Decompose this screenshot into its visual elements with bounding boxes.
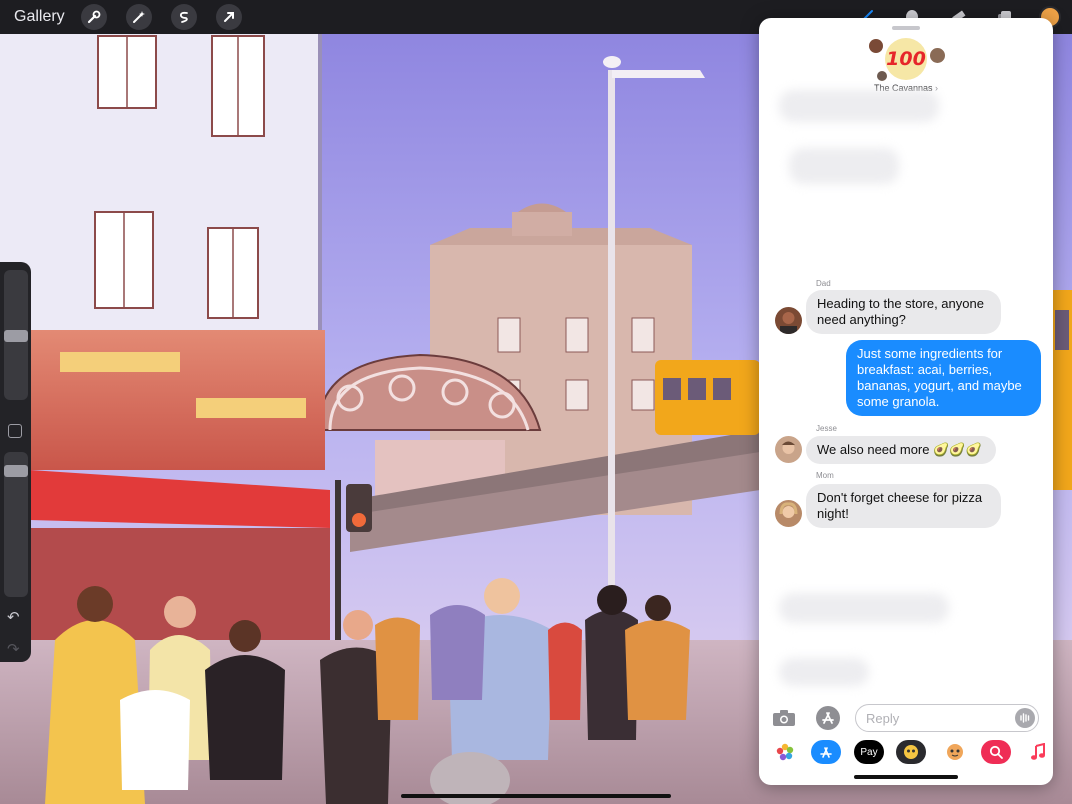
app-drawer: Pay bbox=[759, 738, 1053, 768]
sender-name: Mom bbox=[816, 471, 834, 480]
transform-arrow-icon[interactable] bbox=[215, 4, 242, 30]
left-building bbox=[0, 34, 330, 648]
audio-waveform-icon[interactable] bbox=[1015, 708, 1035, 728]
modify-button[interactable] bbox=[8, 424, 22, 438]
member-avatar bbox=[877, 71, 887, 81]
member-avatar bbox=[930, 48, 945, 63]
avatar-jesse[interactable] bbox=[775, 436, 802, 463]
blurred-message bbox=[779, 90, 939, 122]
opacity-thumb[interactable] bbox=[4, 465, 28, 477]
procreate-sidebar: ↶ ↷ bbox=[0, 262, 31, 662]
gallery-button[interactable]: Gallery bbox=[14, 8, 65, 26]
compose-bar: Reply bbox=[759, 702, 1053, 734]
slide-over-home-indicator[interactable] bbox=[854, 775, 958, 779]
brush-size-thumb[interactable] bbox=[4, 330, 28, 342]
chevron-right-icon: › bbox=[935, 83, 939, 93]
sender-name: Jesse bbox=[816, 424, 837, 433]
blurred-message bbox=[789, 148, 899, 184]
blurred-message bbox=[779, 593, 949, 623]
photos-app-icon[interactable] bbox=[770, 740, 800, 764]
wrench-icon[interactable] bbox=[80, 4, 107, 30]
group-avatar[interactable]: 100 bbox=[885, 38, 927, 80]
messages-slide-over: 100 The Cavannas › Dad Heading to the st… bbox=[759, 18, 1053, 785]
message-bubble-incoming[interactable]: We also need more 🥑🥑🥑 bbox=[806, 436, 996, 464]
message-bubble-incoming[interactable]: Don't forget cheese for pizza night! bbox=[806, 484, 1001, 528]
selection-icon[interactable] bbox=[170, 4, 197, 30]
animoji-app-icon[interactable] bbox=[940, 740, 970, 764]
magic-wand-icon[interactable] bbox=[125, 4, 152, 30]
home-indicator[interactable] bbox=[401, 794, 671, 798]
app-store-app-icon[interactable] bbox=[811, 740, 841, 764]
camera-icon[interactable] bbox=[771, 705, 797, 731]
app-store-icon[interactable] bbox=[815, 705, 841, 731]
member-avatar bbox=[869, 39, 883, 53]
redo-icon[interactable]: ↷ bbox=[7, 640, 20, 658]
message-bubble-incoming[interactable]: Heading to the store, anyone need anythi… bbox=[806, 290, 1001, 334]
slide-over-grabber[interactable] bbox=[892, 26, 920, 30]
avatar-mom[interactable] bbox=[775, 500, 802, 527]
sender-name: Dad bbox=[816, 279, 831, 288]
undo-icon[interactable]: ↶ bbox=[7, 608, 20, 626]
memoji-app-icon[interactable] bbox=[896, 740, 926, 764]
message-bubble-outgoing[interactable]: Just some ingredients for breakfast: aca… bbox=[846, 340, 1041, 416]
apple-pay-app-icon[interactable]: Pay bbox=[854, 740, 884, 764]
reply-input[interactable]: Reply bbox=[855, 704, 1039, 732]
music-app-icon[interactable] bbox=[1023, 740, 1053, 764]
blurred-message bbox=[779, 658, 869, 686]
avatar-dad[interactable] bbox=[775, 307, 802, 334]
image-search-app-icon[interactable] bbox=[981, 740, 1011, 764]
